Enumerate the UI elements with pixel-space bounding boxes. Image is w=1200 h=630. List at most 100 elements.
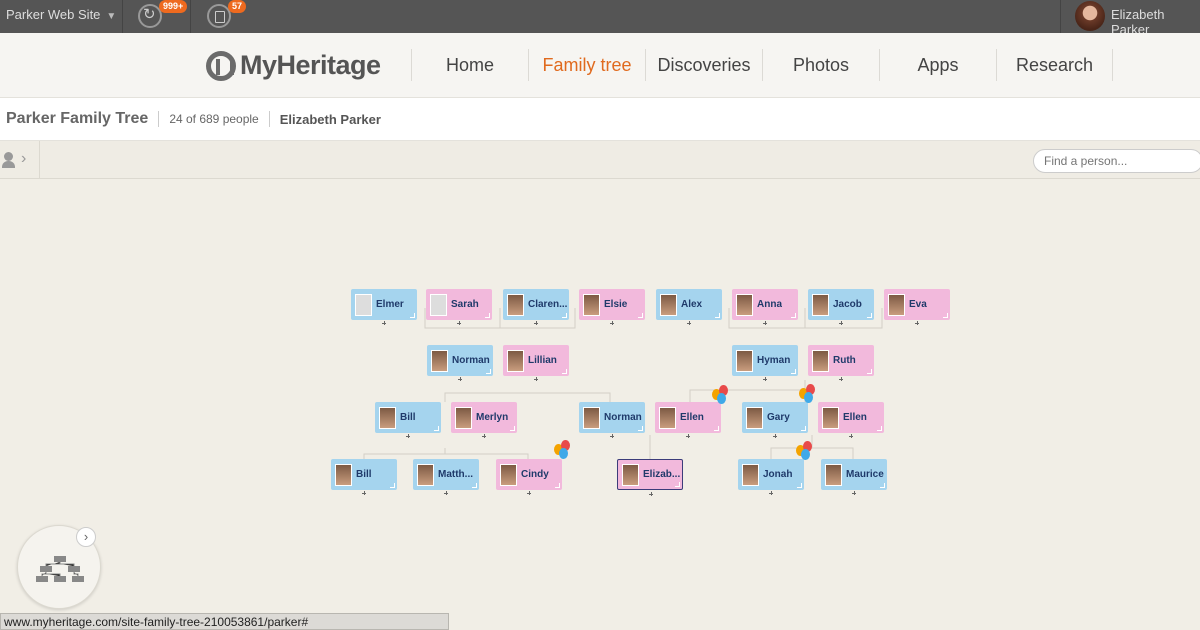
edit-icon[interactable] [555, 483, 560, 488]
plus-icon[interactable] [649, 492, 653, 496]
plus-icon[interactable] [406, 434, 410, 438]
nav-photos[interactable]: Photos [762, 49, 879, 81]
plus-icon[interactable] [534, 321, 538, 325]
person-name: Norman [452, 355, 490, 366]
tree-name[interactable]: Parker Family Tree [6, 110, 148, 128]
person-icon [4, 152, 13, 161]
tree-title-bar: Parker Family Tree 24 of 689 people Eliz… [0, 97, 1200, 141]
person-card[interactable]: Eva [884, 289, 950, 325]
plus-icon[interactable] [610, 321, 614, 325]
plus-icon[interactable] [687, 321, 691, 325]
edit-icon[interactable] [638, 426, 643, 431]
edit-icon[interactable] [791, 369, 796, 374]
person-card[interactable]: Gary [742, 402, 808, 438]
edit-icon[interactable] [485, 313, 490, 318]
edit-icon[interactable] [867, 313, 872, 318]
person-card[interactable]: Ellen [818, 402, 884, 438]
edit-icon[interactable] [943, 313, 948, 318]
plus-icon[interactable] [362, 491, 366, 495]
nav-discoveries[interactable]: Discoveries [645, 49, 762, 81]
person-card[interactable]: Matth... [413, 459, 479, 495]
edit-icon[interactable] [486, 369, 491, 374]
find-person-input[interactable] [1033, 149, 1200, 173]
edit-icon[interactable] [880, 483, 885, 488]
person-card[interactable]: Ruth [808, 345, 874, 381]
person-card[interactable]: Norman [427, 345, 493, 381]
person-card[interactable]: Elsie [579, 289, 645, 325]
user-menu[interactable]: Elizabeth Parker [1060, 0, 1200, 37]
sync-badge: 999+ [159, 0, 188, 13]
edit-icon[interactable] [638, 313, 643, 318]
plus-icon[interactable] [769, 491, 773, 495]
person-card[interactable]: Jonah [738, 459, 804, 495]
nav-family-tree[interactable]: Family tree [528, 49, 645, 81]
main-nav: Home Family tree Discoveries Photos Apps… [411, 49, 1113, 81]
plus-icon[interactable] [527, 491, 531, 495]
plus-icon[interactable] [686, 434, 690, 438]
plus-icon[interactable] [839, 377, 843, 381]
person-card[interactable]: Norman [579, 402, 645, 438]
chevron-down-icon: ▼ [106, 11, 117, 22]
person-card[interactable]: Merlyn [451, 402, 517, 438]
plus-icon[interactable] [382, 321, 386, 325]
person-name: Hyman [757, 355, 791, 366]
person-photo [583, 293, 600, 316]
edit-icon[interactable] [472, 483, 477, 488]
nav-research[interactable]: Research [996, 49, 1113, 81]
edit-icon[interactable] [715, 313, 720, 318]
edit-icon[interactable] [801, 426, 806, 431]
plus-icon[interactable] [839, 321, 843, 325]
person-name: Merlyn [476, 412, 509, 423]
edit-icon[interactable] [562, 369, 567, 374]
plus-icon[interactable] [458, 377, 462, 381]
person-card[interactable]: Anna [732, 289, 798, 325]
person-name: Lillian [528, 355, 557, 366]
person-card[interactable]: Ellen [655, 402, 721, 438]
edit-icon[interactable] [510, 426, 515, 431]
person-name: Elmer [376, 299, 404, 310]
person-card[interactable]: Claren... [503, 289, 569, 325]
plus-icon[interactable] [773, 434, 777, 438]
person-name: Matth... [438, 469, 473, 480]
person-card[interactable]: Jacob [808, 289, 874, 325]
edit-icon[interactable] [410, 313, 415, 318]
plus-icon[interactable] [763, 321, 767, 325]
person-card[interactable]: Maurice [821, 459, 887, 495]
edit-icon[interactable] [562, 313, 567, 318]
tree-canvas[interactable]: Elmer Sarah Claren... Elsie Alex Anna Ja… [0, 180, 1200, 630]
logo[interactable]: MyHeritage [206, 50, 381, 81]
plus-icon[interactable] [482, 434, 486, 438]
plus-icon[interactable] [610, 434, 614, 438]
edit-icon[interactable] [791, 313, 796, 318]
edit-icon[interactable] [675, 482, 680, 487]
person-card[interactable]: Bill [331, 459, 397, 495]
edit-icon[interactable] [867, 369, 872, 374]
site-selector[interactable]: Parker Web Site ▼ [0, 0, 123, 33]
logo-text: MyHeritage [240, 50, 381, 80]
plus-icon[interactable] [534, 377, 538, 381]
plus-icon[interactable] [849, 434, 853, 438]
nav-home[interactable]: Home [411, 49, 528, 81]
edit-icon[interactable] [797, 483, 802, 488]
person-panel-toggle[interactable]: › [0, 141, 40, 179]
person-name: Ellen [843, 412, 867, 423]
person-card-selected[interactable]: Elizab... [617, 459, 683, 496]
person-card[interactable]: Elmer [351, 289, 417, 325]
edit-icon[interactable] [714, 426, 719, 431]
person-card[interactable]: Hyman [732, 345, 798, 381]
edit-icon[interactable] [434, 426, 439, 431]
plus-icon[interactable] [915, 321, 919, 325]
edit-icon[interactable] [390, 483, 395, 488]
person-card[interactable]: Sarah [426, 289, 492, 325]
plus-icon[interactable] [763, 377, 767, 381]
nav-apps[interactable]: Apps [879, 49, 996, 81]
edit-icon[interactable] [877, 426, 882, 431]
plus-icon[interactable] [444, 491, 448, 495]
person-card[interactable]: Alex [656, 289, 722, 325]
chevron-right-icon[interactable]: › [76, 527, 96, 547]
person-card[interactable]: Cindy [496, 459, 562, 495]
person-card[interactable]: Bill [375, 402, 441, 438]
plus-icon[interactable] [457, 321, 461, 325]
person-card[interactable]: Lillian [503, 345, 569, 381]
plus-icon[interactable] [852, 491, 856, 495]
